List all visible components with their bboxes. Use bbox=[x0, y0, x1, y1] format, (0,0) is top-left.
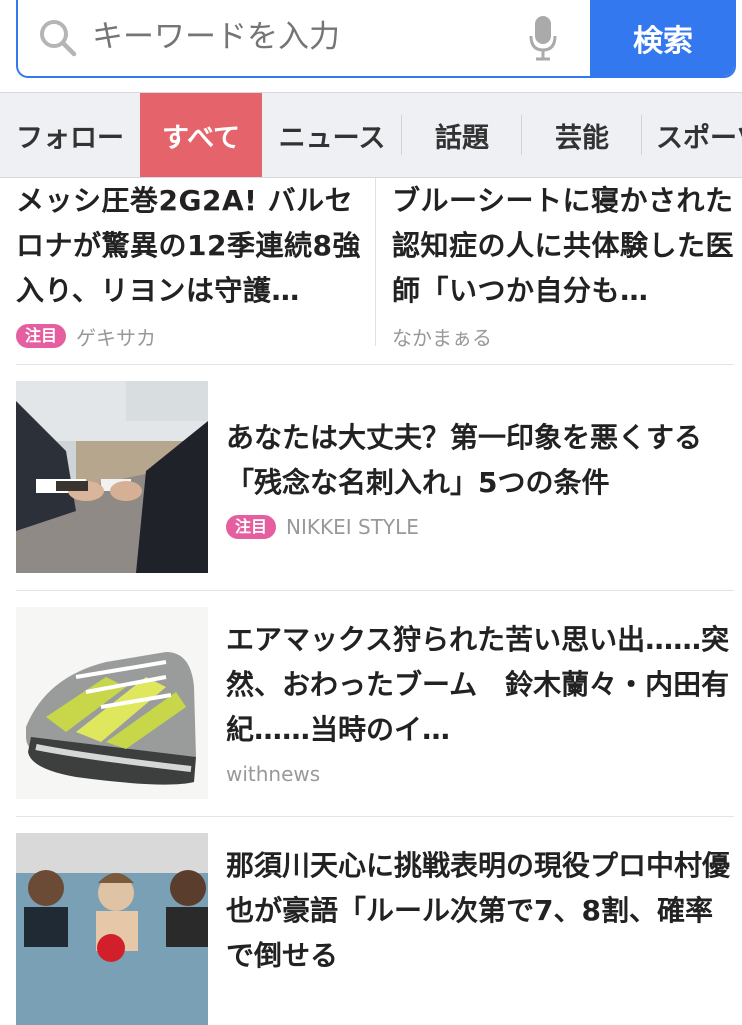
search-icon bbox=[40, 20, 77, 57]
article-title[interactable]: メッシ圧巻2G2A! バルセロナが驚異の12季連続8強入り、リヨンは守護… bbox=[16, 178, 366, 313]
featured-badge: 注目 bbox=[16, 324, 67, 348]
search-box: 検索 bbox=[16, 0, 736, 78]
article-title[interactable]: エアマックス狩られた苦い思い出……突然、おわったブーム 鈴木蘭々・内田有紀……当… bbox=[226, 617, 734, 752]
article-source: withnews bbox=[226, 762, 321, 786]
tab-sports[interactable]: スポーツ bbox=[642, 93, 742, 177]
tab-news[interactable]: ニュース bbox=[262, 93, 402, 177]
article-text: あなたは大丈夫？第一印象を悪くする「残念な名刺入れ」5つの条件 注目 NIKKE… bbox=[226, 381, 734, 539]
top-article-card[interactable]: メッシ圧巻2G2A! バルセロナが驚異の12季連続8強入り、リヨンは守護… 注目… bbox=[16, 178, 366, 351]
article-meta: 注目 ゲキサカ bbox=[16, 321, 366, 351]
article-title[interactable]: あなたは大丈夫？第一印象を悪くする「残念な名刺入れ」5つの条件 bbox=[226, 415, 734, 505]
tab-topics[interactable]: 話題 bbox=[402, 93, 522, 177]
search-bar: 検索 bbox=[0, 0, 742, 92]
tab-entertainment[interactable]: 芸能 bbox=[522, 93, 642, 177]
list-item[interactable]: 那須川天心に挑戦表明の現役プロ中村優也が豪語「ルール次第で7、8割、確率で倒せる bbox=[16, 833, 734, 1025]
category-tabs: フォロー すべて ニュース 話題 芸能 スポーツ bbox=[0, 92, 742, 178]
business-card-photo-icon bbox=[16, 381, 208, 573]
article-text: エアマックス狩られた苦い思い出……突然、おわったブーム 鈴木蘭々・内田有紀……当… bbox=[226, 607, 734, 786]
search-input[interactable] bbox=[92, 12, 512, 62]
tab-all[interactable]: すべて bbox=[140, 93, 262, 177]
divider bbox=[16, 364, 734, 365]
divider bbox=[16, 590, 734, 591]
list-item[interactable]: エアマックス狩られた苦い思い出……突然、おわったブーム 鈴木蘭々・内田有紀……当… bbox=[16, 607, 734, 799]
article-title[interactable]: ブルーシートに寝かされた認知症の人に共体験した医師「いつか自分も… bbox=[392, 178, 742, 313]
list-item[interactable]: あなたは大丈夫？第一印象を悪くする「残念な名刺入れ」5つの条件 注目 NIKKE… bbox=[16, 381, 734, 573]
article-source: NIKKEI STYLE bbox=[286, 515, 419, 539]
article-source: ゲキサカ bbox=[76, 325, 157, 350]
sneaker-photo-icon bbox=[16, 607, 208, 799]
article-source: なかまぁる bbox=[392, 325, 492, 350]
article-title[interactable]: 那須川天心に挑戦表明の現役プロ中村優也が豪語「ルール次第で7、8割、確率で倒せる bbox=[226, 843, 734, 978]
column-divider bbox=[375, 178, 376, 346]
top-articles: メッシ圧巻2G2A! バルセロナが驚異の12季連続8強入り、リヨンは守護… 注目… bbox=[0, 178, 742, 364]
search-button[interactable]: 検索 bbox=[590, 0, 734, 76]
boxers-photo-icon bbox=[16, 833, 208, 1025]
microphone-icon[interactable] bbox=[528, 14, 558, 62]
tab-follow[interactable]: フォロー bbox=[0, 93, 140, 177]
top-article-card[interactable]: ブルーシートに寝かされた認知症の人に共体験した医師「いつか自分も… なかまぁる bbox=[392, 178, 742, 351]
article-thumbnail[interactable] bbox=[16, 607, 208, 799]
article-meta: なかまぁる bbox=[392, 321, 742, 351]
article-thumbnail[interactable] bbox=[16, 381, 208, 573]
article-thumbnail[interactable] bbox=[16, 833, 208, 1025]
featured-badge: 注目 bbox=[226, 515, 277, 539]
article-meta: withnews bbox=[226, 762, 734, 786]
article-text: 那須川天心に挑戦表明の現役プロ中村優也が豪語「ルール次第で7、8割、確率で倒せる bbox=[226, 833, 734, 978]
article-meta: 注目 NIKKEI STYLE bbox=[226, 515, 734, 539]
divider bbox=[16, 816, 734, 817]
